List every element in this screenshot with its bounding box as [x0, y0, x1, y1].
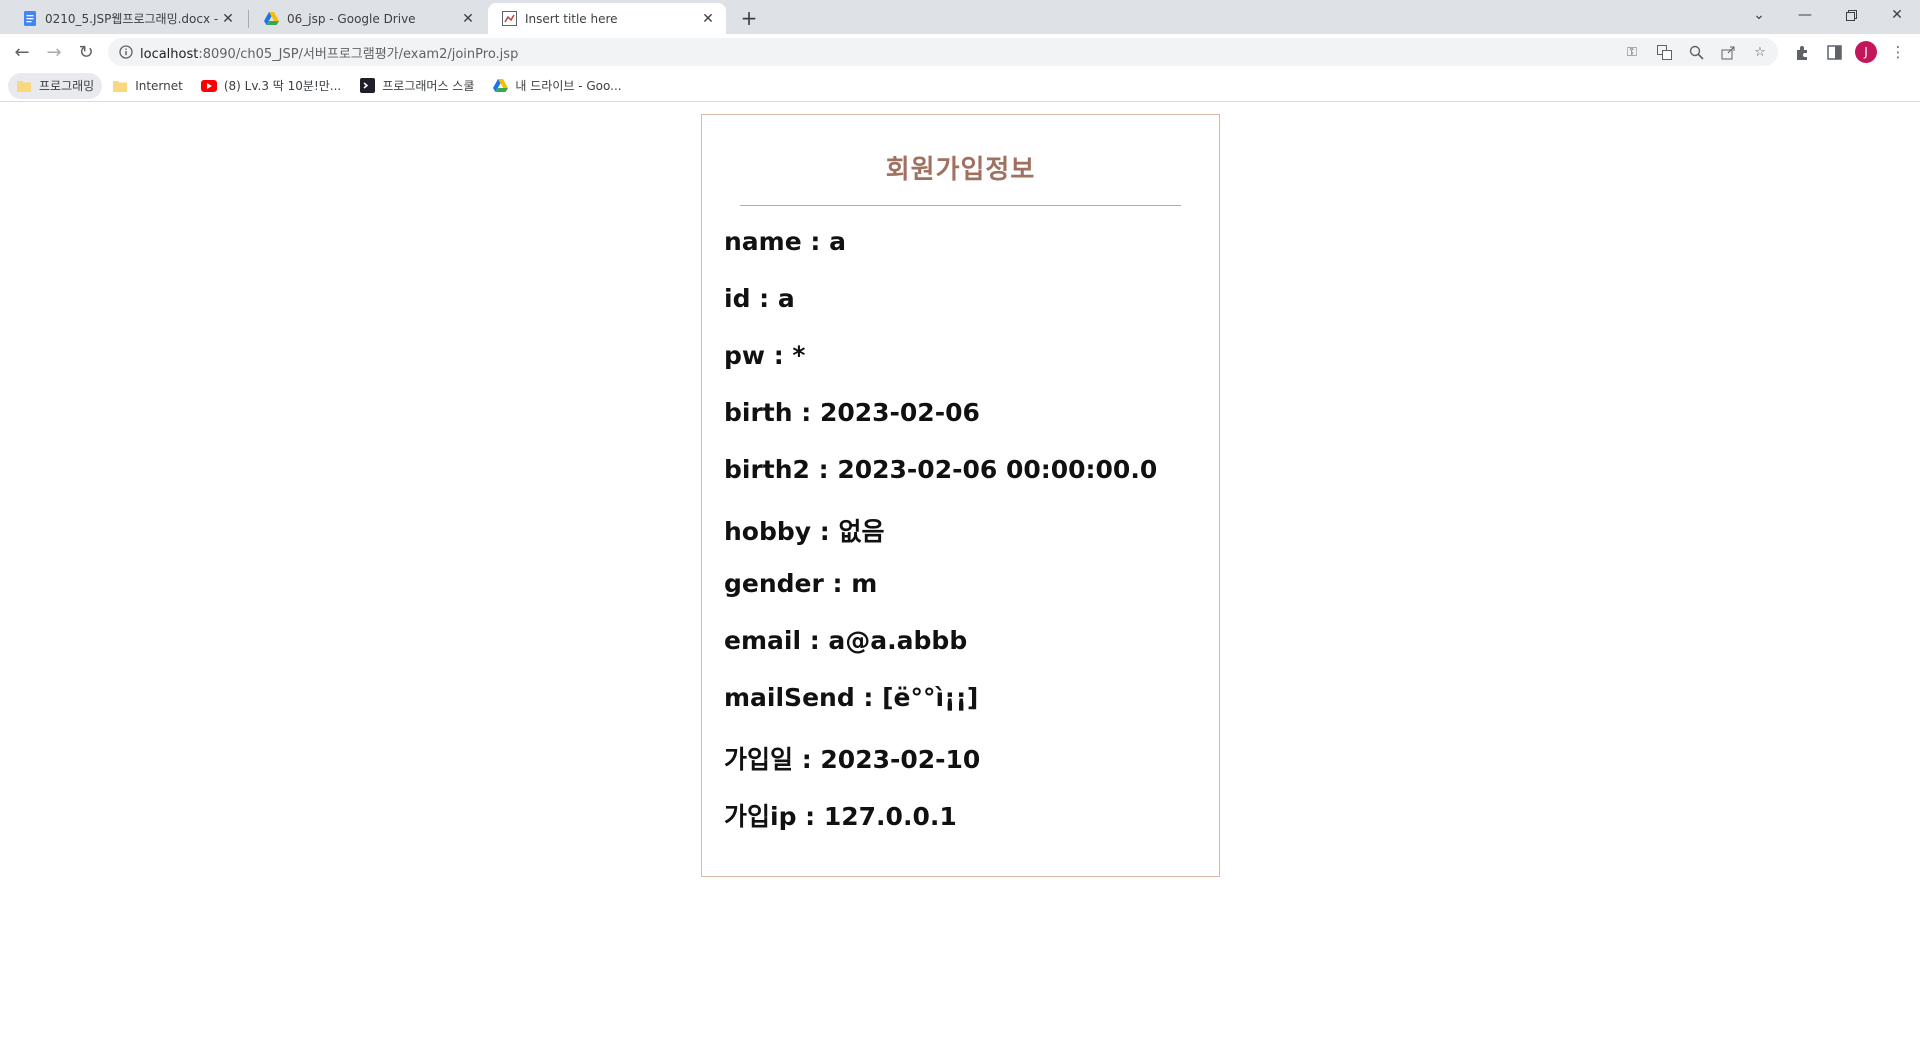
translate-icon[interactable]: [1654, 42, 1674, 62]
bookmark-label: Internet: [135, 78, 183, 93]
folder-icon: [112, 78, 128, 94]
bookmarks-bar: 프로그래밍 Internet (8) Lv.3 딱 10분!만... 프로그래머…: [0, 70, 1920, 102]
google-drive-icon: [264, 11, 279, 26]
tab-strip: 0210_5.JSP웹프로그래밍.docx - ✕ 06_jsp - Googl…: [0, 0, 1920, 34]
avatar: J: [1855, 41, 1877, 63]
profile-avatar[interactable]: J: [1852, 38, 1880, 66]
site-info-icon[interactable]: [112, 38, 140, 66]
field-pw: pw : *: [724, 341, 806, 370]
tab-drive[interactable]: 06_jsp - Google Drive ✕: [250, 3, 486, 34]
forward-icon[interactable]: →: [40, 38, 68, 66]
bookmark-label: (8) Lv.3 딱 10분!만...: [223, 79, 342, 93]
back-icon[interactable]: ←: [8, 38, 36, 66]
bookmark-label: 프로그래밍: [39, 79, 95, 93]
field-hobby: hobby : 없음: [724, 517, 885, 546]
google-docs-icon: [22, 11, 37, 26]
folder-icon: [16, 78, 32, 94]
field-gender: gender : m: [724, 569, 878, 598]
close-window-icon[interactable]: ✕: [1874, 0, 1920, 30]
programmers-icon: [359, 78, 375, 94]
bookmark-label: 프로그래머스 스쿨: [382, 79, 475, 93]
tab-separator: [248, 10, 249, 28]
toolbar: ← → ↻ localhost:8090/ch05_JSP/서버프로그램평가/e…: [0, 34, 1920, 70]
bookmark-link[interactable]: 내 드라이브 - Goo...: [484, 73, 629, 99]
field-birth: birth : 2023-02-06: [724, 398, 980, 427]
close-icon[interactable]: ✕: [700, 11, 716, 27]
tab-active[interactable]: Insert title here ✕: [488, 3, 726, 34]
youtube-icon: [200, 78, 217, 94]
zoom-icon[interactable]: [1686, 42, 1706, 62]
page-icon: [502, 11, 517, 26]
tab-title: 0210_5.JSP웹프로그래밍.docx -: [45, 12, 219, 26]
title-divider: [740, 205, 1181, 206]
bookmark-label: 내 드라이브 - Goo...: [515, 79, 622, 93]
field-join-ip: 가입ip : 127.0.0.1: [724, 802, 957, 831]
side-panel-icon[interactable]: [1820, 38, 1848, 66]
address-bar[interactable]: localhost:8090/ch05_JSP/서버프로그램평가/exam2/j…: [108, 38, 1778, 66]
new-tab-button[interactable]: +: [736, 5, 762, 31]
share-icon[interactable]: [1718, 42, 1738, 62]
toolbar-right: J ⋮: [1784, 38, 1912, 66]
tab-title: Insert title here: [525, 11, 618, 26]
bookmark-link[interactable]: (8) Lv.3 딱 10분!만...: [193, 73, 349, 99]
omnibox-actions: ⚿ ☆: [1622, 38, 1770, 66]
tab-docs[interactable]: 0210_5.JSP웹프로그래밍.docx - ✕: [8, 3, 246, 34]
bookmark-star-icon[interactable]: ☆: [1750, 42, 1770, 62]
field-email: email : a@a.abbb: [724, 626, 968, 655]
restore-icon[interactable]: [1828, 0, 1874, 30]
url-host: localhost: [140, 46, 199, 62]
google-drive-icon: [492, 78, 508, 94]
bookmark-link[interactable]: 프로그래머스 스쿨: [351, 73, 482, 99]
page-title: 회원가입정보: [885, 155, 1036, 185]
extensions-icon[interactable]: [1788, 38, 1816, 66]
menu-icon[interactable]: ⋮: [1884, 38, 1912, 66]
field-name: name : a: [724, 227, 846, 256]
field-join-date: 가입일 : 2023-02-10: [724, 745, 981, 774]
close-icon[interactable]: ✕: [220, 11, 236, 27]
tab-title: 06_jsp - Google Drive: [287, 11, 416, 26]
page-content: 회원가입정보 name : a id : a pw : * birth : 20…: [0, 103, 1920, 1040]
close-icon[interactable]: ✕: [460, 11, 476, 27]
url-path: :8090/ch05_JSP/서버프로그램평가/exam2/joinPro.js…: [198, 46, 519, 62]
url-text: localhost:8090/ch05_JSP/서버프로그램평가/exam2/j…: [140, 43, 518, 62]
key-icon[interactable]: ⚿: [1622, 42, 1642, 62]
member-info-card: 회원가입정보 name : a id : a pw : * birth : 20…: [701, 114, 1220, 877]
field-id: id : a: [724, 284, 795, 313]
tab-search-icon[interactable]: ⌄: [1736, 0, 1782, 30]
minimize-icon[interactable]: —: [1782, 0, 1828, 30]
field-birth2: birth2 : 2023-02-06 00:00:00.0: [724, 455, 1158, 484]
bookmark-folder[interactable]: 프로그래밍: [8, 72, 103, 99]
reload-icon[interactable]: ↻: [72, 38, 100, 66]
field-mailsend: mailSend : [ë°°ì¡¡]: [724, 683, 979, 712]
bookmark-folder[interactable]: Internet: [104, 73, 191, 99]
